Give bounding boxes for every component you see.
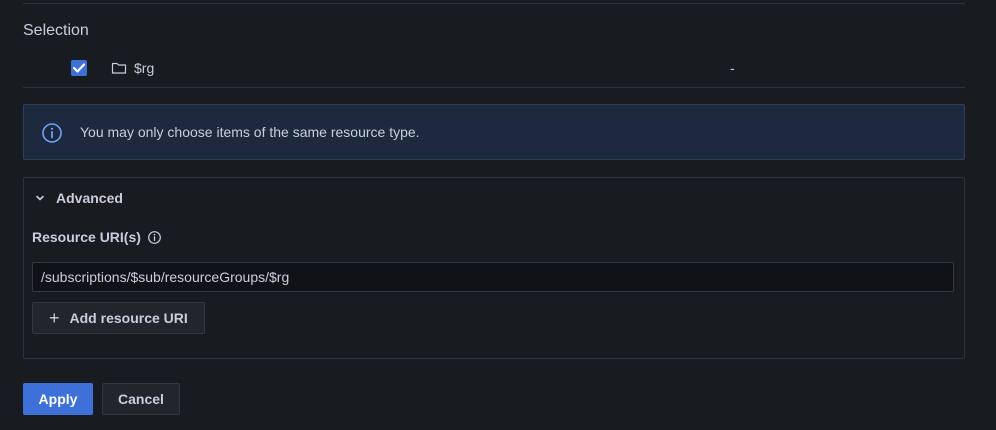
add-resource-uri-button[interactable]: + Add resource URI (32, 302, 205, 334)
advanced-label: Advanced (56, 190, 123, 206)
info-alert: You may only choose items of the same re… (23, 104, 965, 160)
selection-heading: Selection (23, 22, 89, 39)
info-circle-icon (42, 123, 62, 143)
top-divider (23, 3, 965, 4)
resource-uri-input[interactable] (32, 262, 954, 292)
advanced-section: Advanced Resource URI(s) + Add resource … (23, 177, 965, 359)
selection-row: $rg - (23, 55, 965, 88)
chevron-down-icon (36, 195, 44, 201)
apply-button[interactable]: Apply (23, 383, 93, 415)
info-icon[interactable] (147, 230, 162, 245)
selection-checkbox[interactable] (71, 60, 87, 76)
advanced-toggle[interactable]: Advanced (34, 189, 123, 207)
plus-icon: + (49, 308, 60, 328)
selection-item-value: - (730, 60, 735, 76)
resource-uri-label: Resource URI(s) (32, 229, 162, 245)
resource-uri-label-text: Resource URI(s) (32, 229, 141, 245)
selection-item-name: $rg (134, 60, 155, 76)
info-text: You may only choose items of the same re… (80, 124, 420, 140)
folder-icon (111, 62, 127, 74)
checkmark-icon (73, 63, 85, 73)
add-resource-uri-label: Add resource URI (69, 310, 188, 326)
cancel-button[interactable]: Cancel (102, 383, 180, 415)
